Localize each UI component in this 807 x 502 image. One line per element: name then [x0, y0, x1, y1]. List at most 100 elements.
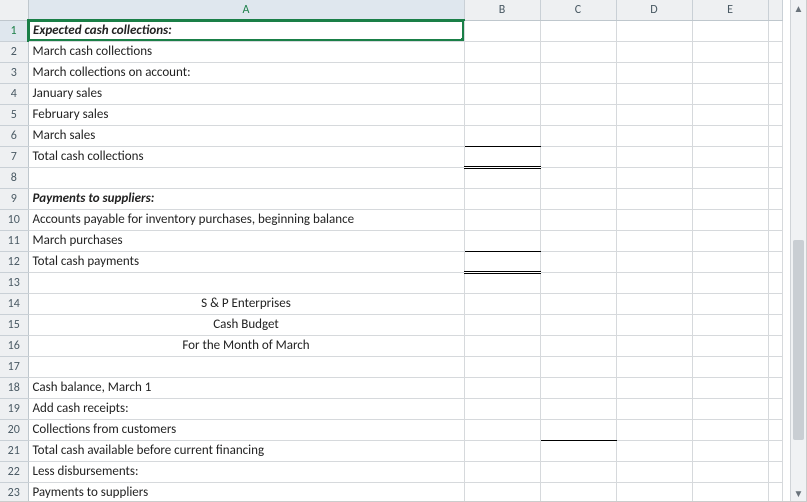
cell-F12[interactable] [768, 251, 782, 272]
cell-E20[interactable] [692, 419, 768, 440]
cell-A23[interactable]: Payments to suppliers [28, 482, 464, 501]
cell-C6[interactable] [540, 125, 616, 146]
cell-A9[interactable]: Payments to suppliers: [28, 188, 464, 209]
row-header[interactable]: 8 [0, 167, 28, 188]
cell-D23[interactable] [616, 482, 692, 501]
cell-A7[interactable]: Total cash collections [28, 146, 464, 167]
cell-B20[interactable] [464, 419, 540, 440]
cell-C14[interactable] [540, 293, 616, 314]
row-header[interactable]: 6 [0, 125, 28, 146]
cell-B11[interactable] [464, 230, 540, 251]
cell-B1[interactable] [464, 20, 540, 41]
row-header[interactable]: 9 [0, 188, 28, 209]
cell-F17[interactable] [768, 356, 782, 377]
cell-F22[interactable] [768, 461, 782, 482]
cell-B13[interactable] [464, 272, 540, 293]
cell-C1[interactable] [540, 20, 616, 41]
cell-C18[interactable] [540, 377, 616, 398]
row-header[interactable]: 4 [0, 83, 28, 104]
cell-E14[interactable] [692, 293, 768, 314]
cell-D17[interactable] [616, 356, 692, 377]
cell-A14[interactable]: S & P Enterprises [28, 293, 464, 314]
cell-C16[interactable] [540, 335, 616, 356]
cell-A11[interactable]: March purchases [28, 230, 464, 251]
cell-F7[interactable] [768, 146, 782, 167]
cell-E13[interactable] [692, 272, 768, 293]
cell-B16[interactable] [464, 335, 540, 356]
cell-B17[interactable] [464, 356, 540, 377]
cell-E23[interactable] [692, 482, 768, 501]
cell-E7[interactable] [692, 146, 768, 167]
cell-E19[interactable] [692, 398, 768, 419]
col-header-D[interactable]: D [616, 0, 692, 20]
cell-F19[interactable] [768, 398, 782, 419]
row-header[interactable]: 14 [0, 293, 28, 314]
cell-F15[interactable] [768, 314, 782, 335]
cell-C7[interactable] [540, 146, 616, 167]
row-header[interactable]: 1 [0, 20, 28, 41]
col-header-A[interactable]: A [28, 0, 464, 20]
row-header[interactable]: 3 [0, 62, 28, 83]
row-header[interactable]: 20 [0, 419, 28, 440]
cell-D20[interactable] [616, 419, 692, 440]
row-header[interactable]: 17 [0, 356, 28, 377]
cell-D9[interactable] [616, 188, 692, 209]
cell-D13[interactable] [616, 272, 692, 293]
cell-D12[interactable] [616, 251, 692, 272]
cell-B21[interactable] [464, 440, 540, 461]
cell-B4[interactable] [464, 83, 540, 104]
cell-E8[interactable] [692, 167, 768, 188]
cell-A16[interactable]: For the Month of March [28, 335, 464, 356]
cell-D21[interactable] [616, 440, 692, 461]
cell-A15[interactable]: Cash Budget [28, 314, 464, 335]
cell-F16[interactable] [768, 335, 782, 356]
cell-F1[interactable] [768, 20, 782, 41]
col-header-F[interactable] [768, 0, 782, 20]
cell-A5[interactable]: February sales [28, 104, 464, 125]
cell-D19[interactable] [616, 398, 692, 419]
cell-B15[interactable] [464, 314, 540, 335]
cell-B6[interactable] [464, 125, 540, 146]
cell-B12[interactable] [464, 251, 540, 272]
cell-A12[interactable]: Total cash payments [28, 251, 464, 272]
cell-F10[interactable] [768, 209, 782, 230]
cell-A19[interactable]: Add cash receipts: [28, 398, 464, 419]
scroll-down-icon[interactable]: ▼ [791, 485, 806, 501]
cell-E9[interactable] [692, 188, 768, 209]
row-header[interactable]: 23 [0, 482, 28, 501]
cell-C8[interactable] [540, 167, 616, 188]
cell-F11[interactable] [768, 230, 782, 251]
cell-F8[interactable] [768, 167, 782, 188]
cell-E2[interactable] [692, 41, 768, 62]
row-header[interactable]: 21 [0, 440, 28, 461]
cell-C4[interactable] [540, 83, 616, 104]
cell-B14[interactable] [464, 293, 540, 314]
cell-D3[interactable] [616, 62, 692, 83]
cell-E1[interactable] [692, 20, 768, 41]
row-header[interactable]: 18 [0, 377, 28, 398]
cell-D4[interactable] [616, 83, 692, 104]
cell-B9[interactable] [464, 188, 540, 209]
cell-A17[interactable] [28, 356, 464, 377]
cell-C22[interactable] [540, 461, 616, 482]
cell-E5[interactable] [692, 104, 768, 125]
cell-C10[interactable] [540, 209, 616, 230]
cell-A1[interactable]: Expected cash collections: [28, 20, 464, 41]
cell-B18[interactable] [464, 377, 540, 398]
cell-B3[interactable] [464, 62, 540, 83]
cell-C15[interactable] [540, 314, 616, 335]
cell-C17[interactable] [540, 356, 616, 377]
cell-F6[interactable] [768, 125, 782, 146]
cell-F18[interactable] [768, 377, 782, 398]
cell-F2[interactable] [768, 41, 782, 62]
cell-A22[interactable]: Less disbursements: [28, 461, 464, 482]
row-header[interactable]: 11 [0, 230, 28, 251]
row-header[interactable]: 22 [0, 461, 28, 482]
cell-D7[interactable] [616, 146, 692, 167]
cell-E4[interactable] [692, 83, 768, 104]
cell-A18[interactable]: Cash balance, March 1 [28, 377, 464, 398]
cell-A4[interactable]: January sales [28, 83, 464, 104]
cell-B5[interactable] [464, 104, 540, 125]
cell-E11[interactable] [692, 230, 768, 251]
row-header[interactable]: 19 [0, 398, 28, 419]
